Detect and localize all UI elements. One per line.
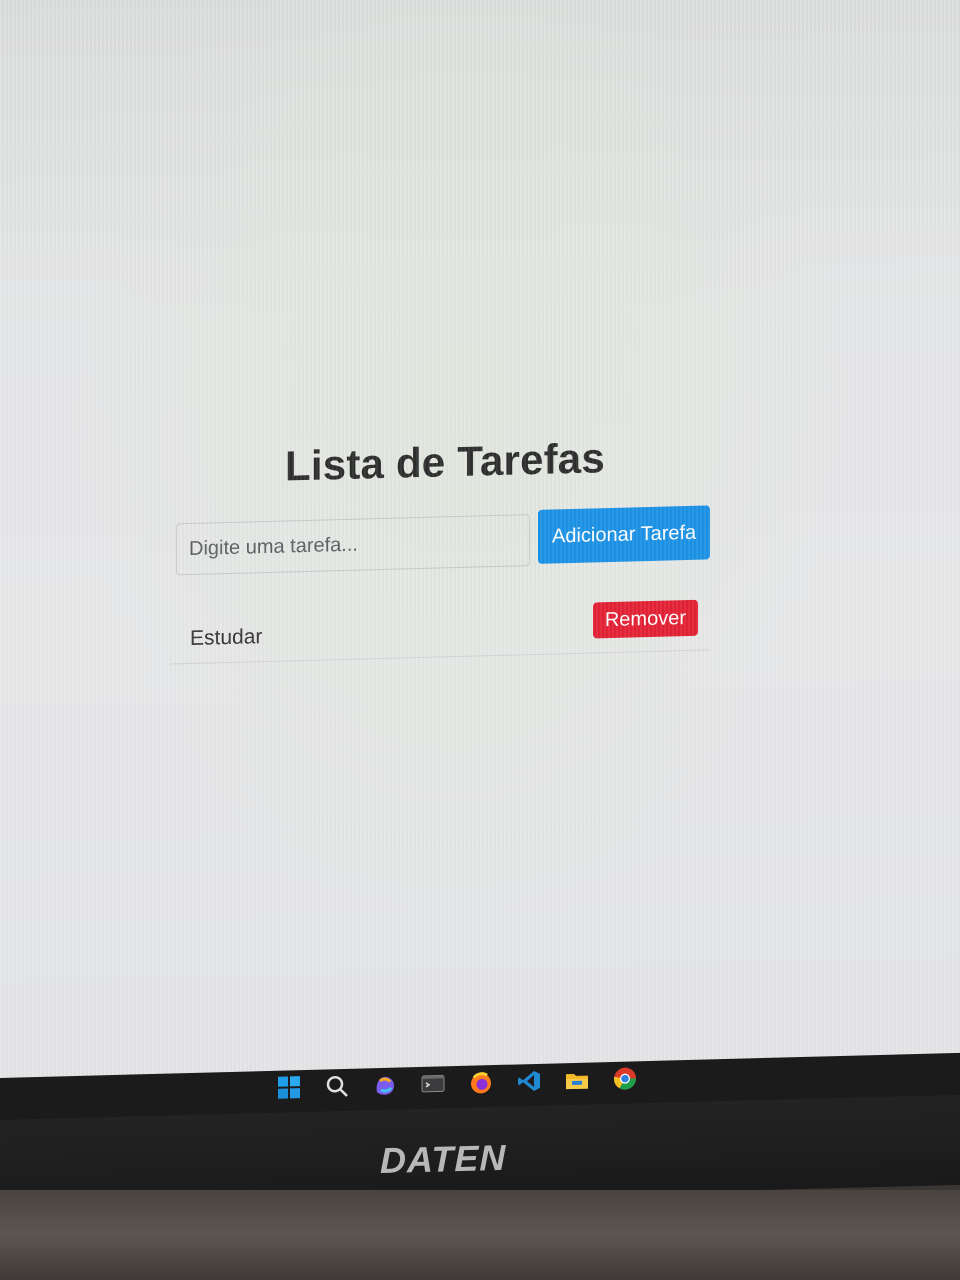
taskbar-icons — [276, 1065, 638, 1100]
firefox-icon[interactable] — [468, 1069, 494, 1096]
remove-task-button[interactable]: Remover — [592, 599, 698, 639]
monitor-brand-logo: DATEN — [380, 1136, 507, 1182]
todo-app: Lista de Tarefas Adicionar Tarefa Estuda… — [170, 431, 720, 665]
page-title: Lista de Tarefas — [285, 434, 605, 490]
task-item: Estudar Remover — [170, 597, 710, 665]
photo: Lista de Tarefas Adicionar Tarefa Estuda… — [0, 0, 960, 1280]
vscode-icon[interactable] — [516, 1068, 542, 1095]
desk-surface — [0, 1190, 960, 1280]
task-list: Estudar Remover — [170, 597, 710, 665]
search-icon[interactable] — [324, 1073, 350, 1100]
add-task-form: Adicionar Tarefa — [170, 505, 720, 576]
task-text: Estudar — [190, 625, 263, 651]
windows-start-icon[interactable] — [276, 1074, 302, 1101]
chrome-icon[interactable] — [612, 1065, 638, 1092]
add-task-button[interactable]: Adicionar Tarefa — [538, 505, 711, 564]
copilot-icon[interactable] — [372, 1072, 398, 1099]
terminal-icon[interactable] — [420, 1070, 446, 1097]
task-input[interactable] — [176, 514, 530, 576]
screen: Lista de Tarefas Adicionar Tarefa Estuda… — [0, 0, 960, 1090]
file-explorer-icon[interactable] — [564, 1067, 590, 1094]
